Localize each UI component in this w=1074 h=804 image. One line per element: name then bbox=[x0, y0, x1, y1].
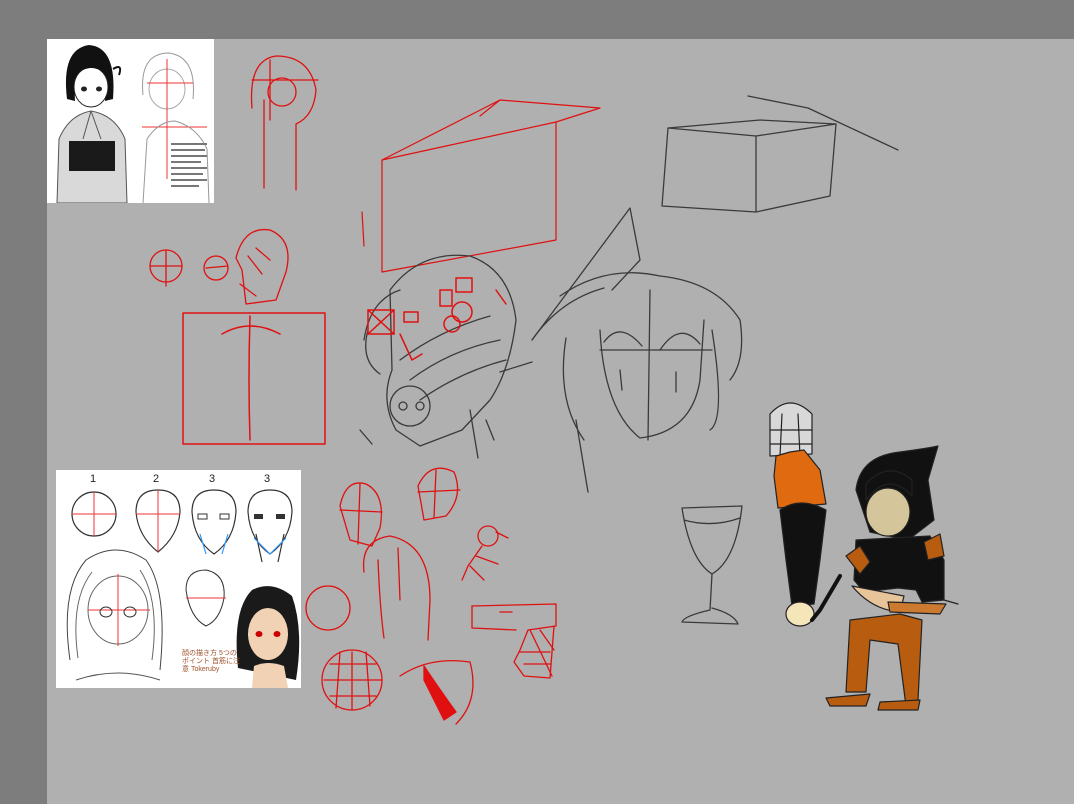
reference-image-kimono-girl[interactable] bbox=[47, 39, 214, 203]
reference-image-face-steps[interactable]: 1 2 3 3 顔の描き方 5つのポイント 首筋に注意 Tokeruby bbox=[56, 470, 301, 688]
face-steps-drawing bbox=[66, 489, 300, 688]
reference-note: 顔の描き方 5つのポイント 首筋に注意 Tokeruby bbox=[182, 650, 240, 673]
reference-kimono-drawing bbox=[56, 45, 210, 203]
